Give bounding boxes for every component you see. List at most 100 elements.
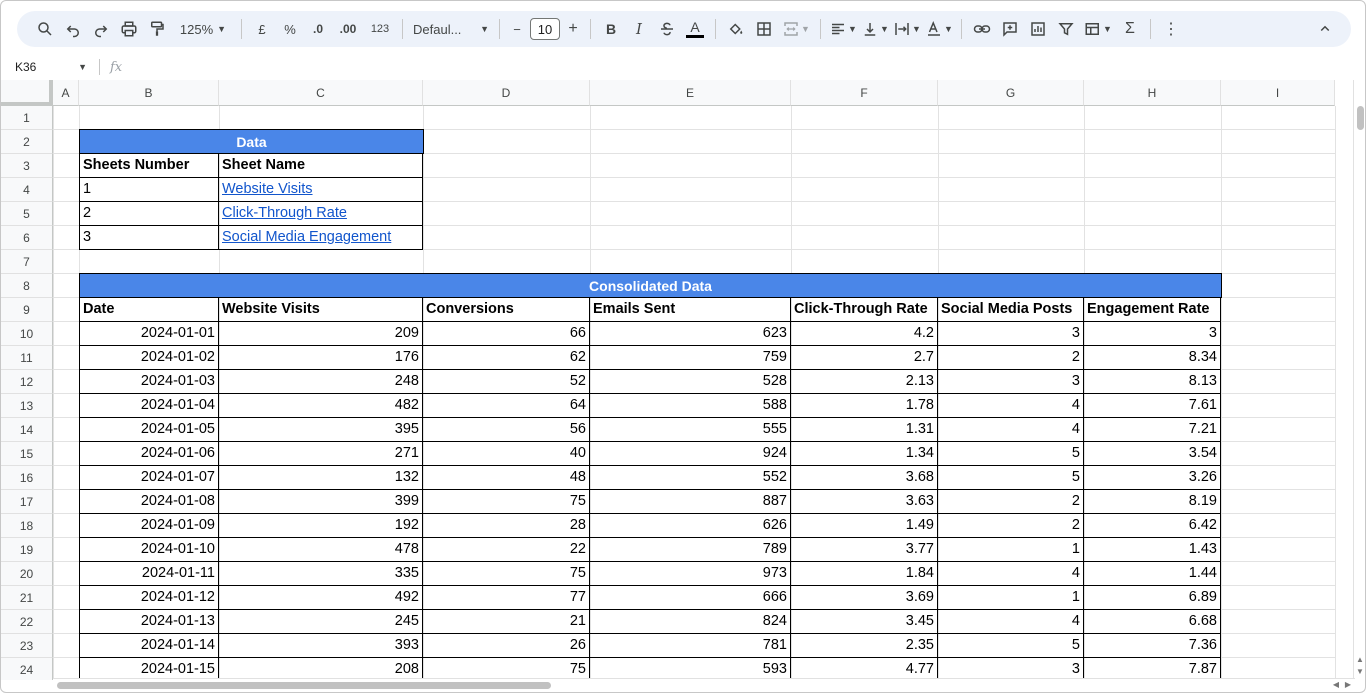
value-cell[interactable]: 21 [423,609,590,634]
value-cell[interactable]: 626 [590,513,791,538]
value-cell[interactable]: 7.36 [1084,633,1221,658]
horizontal-align-icon[interactable]: ▼ [827,15,859,43]
print-icon[interactable] [115,15,143,43]
value-cell[interactable]: 56 [423,417,590,442]
value-cell[interactable]: 208 [219,657,423,680]
paint-format-icon[interactable] [143,15,171,43]
scroll-up-icon[interactable]: ▲ [1356,655,1364,664]
table-header-cell[interactable]: Date [79,297,219,322]
column-header[interactable]: I [1221,80,1335,106]
row-header[interactable]: 1 [1,106,53,130]
horizontal-scrollbar[interactable]: ◀ ▶ [53,678,1355,690]
functions-button[interactable]: Σ [1116,15,1144,43]
value-cell[interactable]: 28 [423,513,590,538]
bold-button[interactable]: B [597,15,625,43]
date-cell[interactable]: 2024-01-12 [79,585,219,610]
value-cell[interactable]: 2 [938,489,1084,514]
row-header[interactable]: 17 [1,490,53,514]
value-cell[interactable]: 4.77 [791,657,938,680]
row-header[interactable]: 12 [1,370,53,394]
column-header[interactable]: A [53,80,79,106]
row-header[interactable]: 19 [1,538,53,562]
scroll-left-icon[interactable]: ◀ [1333,680,1339,689]
value-cell[interactable]: 924 [590,441,791,466]
value-cell[interactable]: 6.89 [1084,585,1221,610]
text-color-button[interactable]: A [681,15,709,43]
insert-link-icon[interactable] [968,15,996,43]
value-cell[interactable]: 26 [423,633,590,658]
horizontal-scroll-thumb[interactable] [57,682,551,689]
value-cell[interactable]: 5 [938,465,1084,490]
value-cell[interactable]: 1.31 [791,417,938,442]
value-cell[interactable]: 759 [590,345,791,370]
sheet-grid[interactable]: A B C D E F G H I 1 2 3 4 5 6 7 8 9 10 11 12 13 14 15 16 17 18 19 20… [1,80,1355,680]
value-cell[interactable]: 3.68 [791,465,938,490]
fill-color-icon[interactable] [722,15,750,43]
vertical-scroll-thumb[interactable] [1357,106,1364,130]
value-cell[interactable]: 7.61 [1084,393,1221,418]
insert-chart-icon[interactable] [1024,15,1052,43]
value-cell[interactable]: 66 [423,321,590,346]
value-cell[interactable]: 528 [590,369,791,394]
value-cell[interactable]: 64 [423,393,590,418]
value-cell[interactable]: 62 [423,345,590,370]
table-header-cell[interactable]: Emails Sent [590,297,791,322]
column-header[interactable]: G [938,80,1084,106]
value-cell[interactable]: 132 [219,465,423,490]
more-formats-button[interactable]: 123 [364,15,396,43]
value-cell[interactable]: 5 [938,441,1084,466]
value-cell[interactable]: 209 [219,321,423,346]
sheet-number-cell[interactable]: 2 [79,201,219,226]
vertical-scrollbar[interactable]: ▲ ▼ [1353,80,1365,680]
value-cell[interactable]: 666 [590,585,791,610]
select-all-corner[interactable] [1,80,53,106]
row-header[interactable]: 22 [1,610,53,634]
date-cell[interactable]: 2024-01-11 [79,561,219,586]
value-cell[interactable]: 478 [219,537,423,562]
value-cell[interactable]: 77 [423,585,590,610]
value-cell[interactable]: 3 [938,369,1084,394]
value-cell[interactable]: 4 [938,609,1084,634]
value-cell[interactable]: 2.35 [791,633,938,658]
redo-icon[interactable] [87,15,115,43]
value-cell[interactable]: 2.7 [791,345,938,370]
zoom-select[interactable]: 125% ▼ [171,15,235,43]
name-box[interactable]: K36 ▼ [1,55,93,79]
value-cell[interactable]: 4 [938,393,1084,418]
value-cell[interactable]: 395 [219,417,423,442]
date-cell[interactable]: 2024-01-08 [79,489,219,514]
increase-font-size-button[interactable]: + [562,15,584,43]
column-header[interactable]: D [423,80,590,106]
date-cell[interactable]: 2024-01-10 [79,537,219,562]
text-wrapping-icon[interactable]: ▼ [891,15,923,43]
date-cell[interactable]: 2024-01-09 [79,513,219,538]
value-cell[interactable]: 75 [423,657,590,680]
table-header-cell[interactable]: Click-Through Rate [791,297,938,322]
value-cell[interactable]: 248 [219,369,423,394]
value-cell[interactable]: 552 [590,465,791,490]
value-cell[interactable]: 3.77 [791,537,938,562]
column-header[interactable]: B [79,80,219,106]
more-options-button[interactable]: ⋮ [1157,15,1185,43]
value-cell[interactable]: 3.45 [791,609,938,634]
italic-button[interactable]: I [625,15,653,43]
value-cell[interactable]: 824 [590,609,791,634]
filter-icon[interactable] [1052,15,1080,43]
value-cell[interactable]: 3.54 [1084,441,1221,466]
row-header[interactable]: 16 [1,466,53,490]
value-cell[interactable]: 2 [938,345,1084,370]
value-cell[interactable]: 2 [938,513,1084,538]
filter-views-icon[interactable]: ▼ [1080,15,1116,43]
column-header[interactable]: E [590,80,791,106]
search-menus-icon[interactable] [31,15,59,43]
value-cell[interactable]: 1.44 [1084,561,1221,586]
table-header-cell[interactable]: Website Visits [219,297,423,322]
scroll-down-icon[interactable]: ▼ [1356,667,1364,676]
value-cell[interactable]: 3 [1084,321,1221,346]
row-header[interactable]: 8 [1,274,53,298]
sheet-link[interactable]: Website Visits [219,177,423,202]
value-cell[interactable]: 22 [423,537,590,562]
text-rotation-icon[interactable]: ▼ [923,15,955,43]
value-cell[interactable]: 176 [219,345,423,370]
insert-comment-icon[interactable] [996,15,1024,43]
